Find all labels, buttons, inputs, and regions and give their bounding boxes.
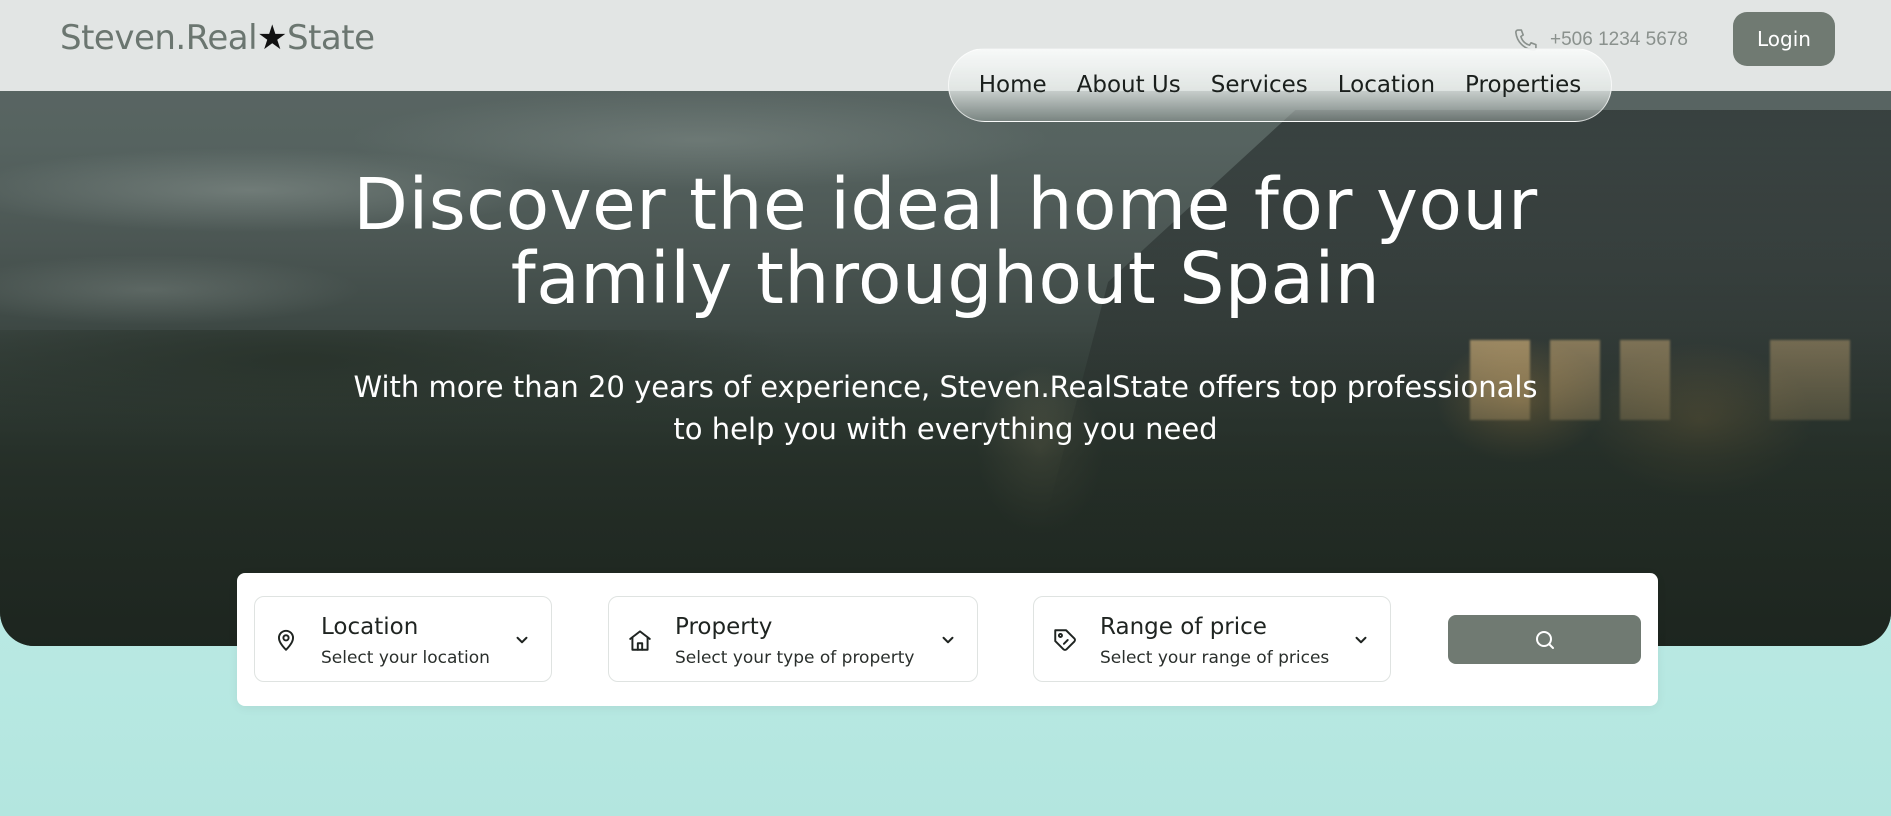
- hero-subtitle: With more than 20 years of experience, S…: [0, 366, 1891, 450]
- nav-item-properties[interactable]: Properties: [1465, 72, 1581, 98]
- property-text: Property Select your type of property: [675, 613, 914, 671]
- hero-subtitle-line1: With more than 20 years of experience, S…: [353, 370, 1538, 404]
- price-placeholder: Select your range of prices: [1100, 648, 1330, 668]
- location-select[interactable]: Location Select your location: [254, 596, 552, 682]
- nav-item-services[interactable]: Services: [1211, 72, 1308, 98]
- hero-subtitle-line2: to help you with everything you need: [673, 412, 1218, 446]
- brand-name-part2: State: [287, 18, 375, 58]
- location-text: Location Select your location: [321, 613, 490, 671]
- property-select[interactable]: Property Select your type of property: [608, 596, 978, 682]
- brand-logo[interactable]: Steven.Real★State: [60, 18, 375, 58]
- chevron-down-icon: [1355, 636, 1367, 644]
- search-panel: Location Select your location Property S…: [237, 573, 1658, 706]
- nav-item-home[interactable]: Home: [979, 72, 1047, 98]
- search-icon: [1535, 630, 1554, 649]
- price-range-select[interactable]: Range of price Select your range of pric…: [1033, 596, 1391, 682]
- property-label: Property: [675, 614, 773, 640]
- main-nav: Home About Us Services Location Properti…: [948, 48, 1612, 122]
- location-pin-icon: [277, 629, 295, 651]
- location-label: Location: [321, 614, 419, 640]
- hero-title-line1: Discover the ideal home for your: [353, 163, 1538, 246]
- property-placeholder: Select your type of property: [675, 648, 915, 668]
- brand-star: ★: [257, 18, 288, 58]
- price-text: Range of price Select your range of pric…: [1100, 613, 1329, 671]
- search-button[interactable]: [1448, 615, 1641, 664]
- house-icon: [629, 630, 651, 651]
- nav-item-location[interactable]: Location: [1338, 72, 1435, 98]
- chevron-down-icon: [516, 636, 528, 644]
- hero-title-line2: family throughout Spain: [510, 237, 1381, 320]
- nav-item-about-us[interactable]: About Us: [1077, 72, 1181, 98]
- price-label: Range of price: [1100, 614, 1267, 640]
- brand-name-part1: Steven.Real: [60, 18, 258, 58]
- chevron-down-icon: [942, 636, 954, 644]
- hero-title: Discover the ideal home for your family …: [0, 168, 1891, 316]
- price-tag-icon: [1054, 629, 1076, 651]
- location-placeholder: Select your location: [321, 648, 490, 668]
- login-button[interactable]: Login: [1733, 12, 1835, 66]
